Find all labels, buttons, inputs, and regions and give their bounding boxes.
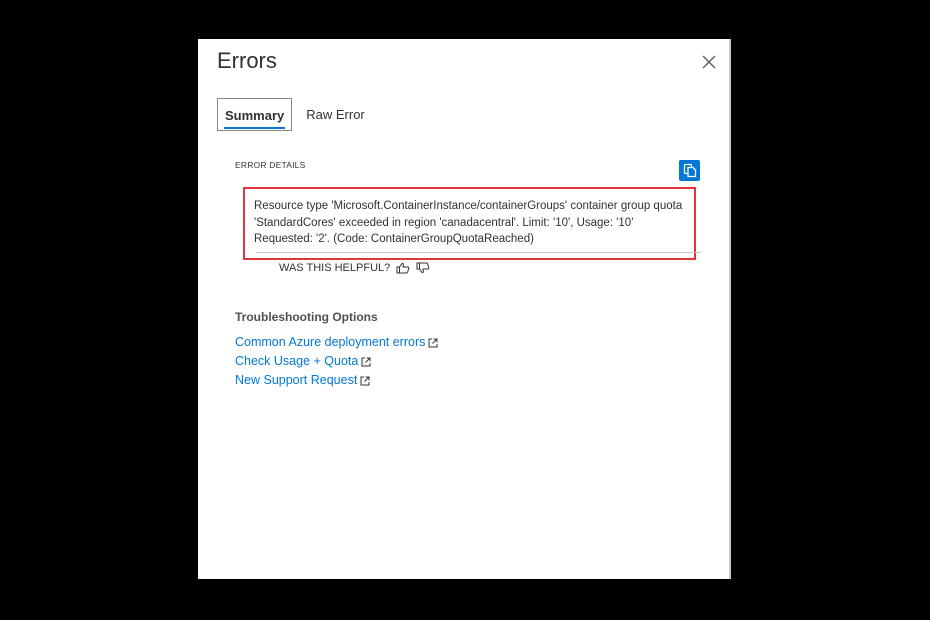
copy-icon: [683, 163, 696, 178]
close-button[interactable]: [698, 51, 720, 73]
copy-button[interactable]: [679, 160, 700, 181]
feedback-label: WAS THIS HELPFUL?: [279, 262, 391, 274]
error-details-label: ERROR DETAILS: [235, 160, 306, 170]
tab-summary[interactable]: Summary: [217, 98, 293, 131]
feedback-row: WAS THIS HELPFUL?: [279, 262, 430, 274]
divider: [256, 252, 701, 253]
troubleshooting-title: Troubleshooting Options: [235, 310, 378, 324]
external-link-icon: [361, 357, 371, 367]
link-common-azure-deployment-errors[interactable]: Common Azure deployment errors: [235, 333, 438, 352]
external-link-icon: [360, 376, 370, 386]
thumbs-up-button[interactable]: [396, 262, 410, 274]
error-message: Resource type 'Microsoft.ContainerInstan…: [254, 200, 683, 245]
thumbs-up-icon: [396, 262, 410, 274]
panel-title: Errors: [217, 48, 277, 73]
link-label: New Support Request: [235, 373, 358, 387]
link-check-usage-quota[interactable]: Check Usage + Quota: [235, 352, 438, 371]
thumbs-down-icon: [416, 262, 430, 274]
external-link-icon: [428, 338, 438, 348]
troubleshooting-links: Common Azure deployment errors Check Usa…: [235, 333, 438, 390]
tab-bar: Summary Raw Error: [217, 98, 371, 131]
thumbs-down-button[interactable]: [416, 262, 430, 274]
link-label: Check Usage + Quota: [235, 354, 359, 368]
errors-panel: Errors Summary Raw Error ERROR DETAILS R…: [198, 39, 731, 579]
link-label: Common Azure deployment errors: [235, 335, 426, 349]
close-icon: [702, 55, 716, 69]
tab-raw-error[interactable]: Raw Error: [300, 98, 371, 131]
link-new-support-request[interactable]: New Support Request: [235, 371, 438, 390]
